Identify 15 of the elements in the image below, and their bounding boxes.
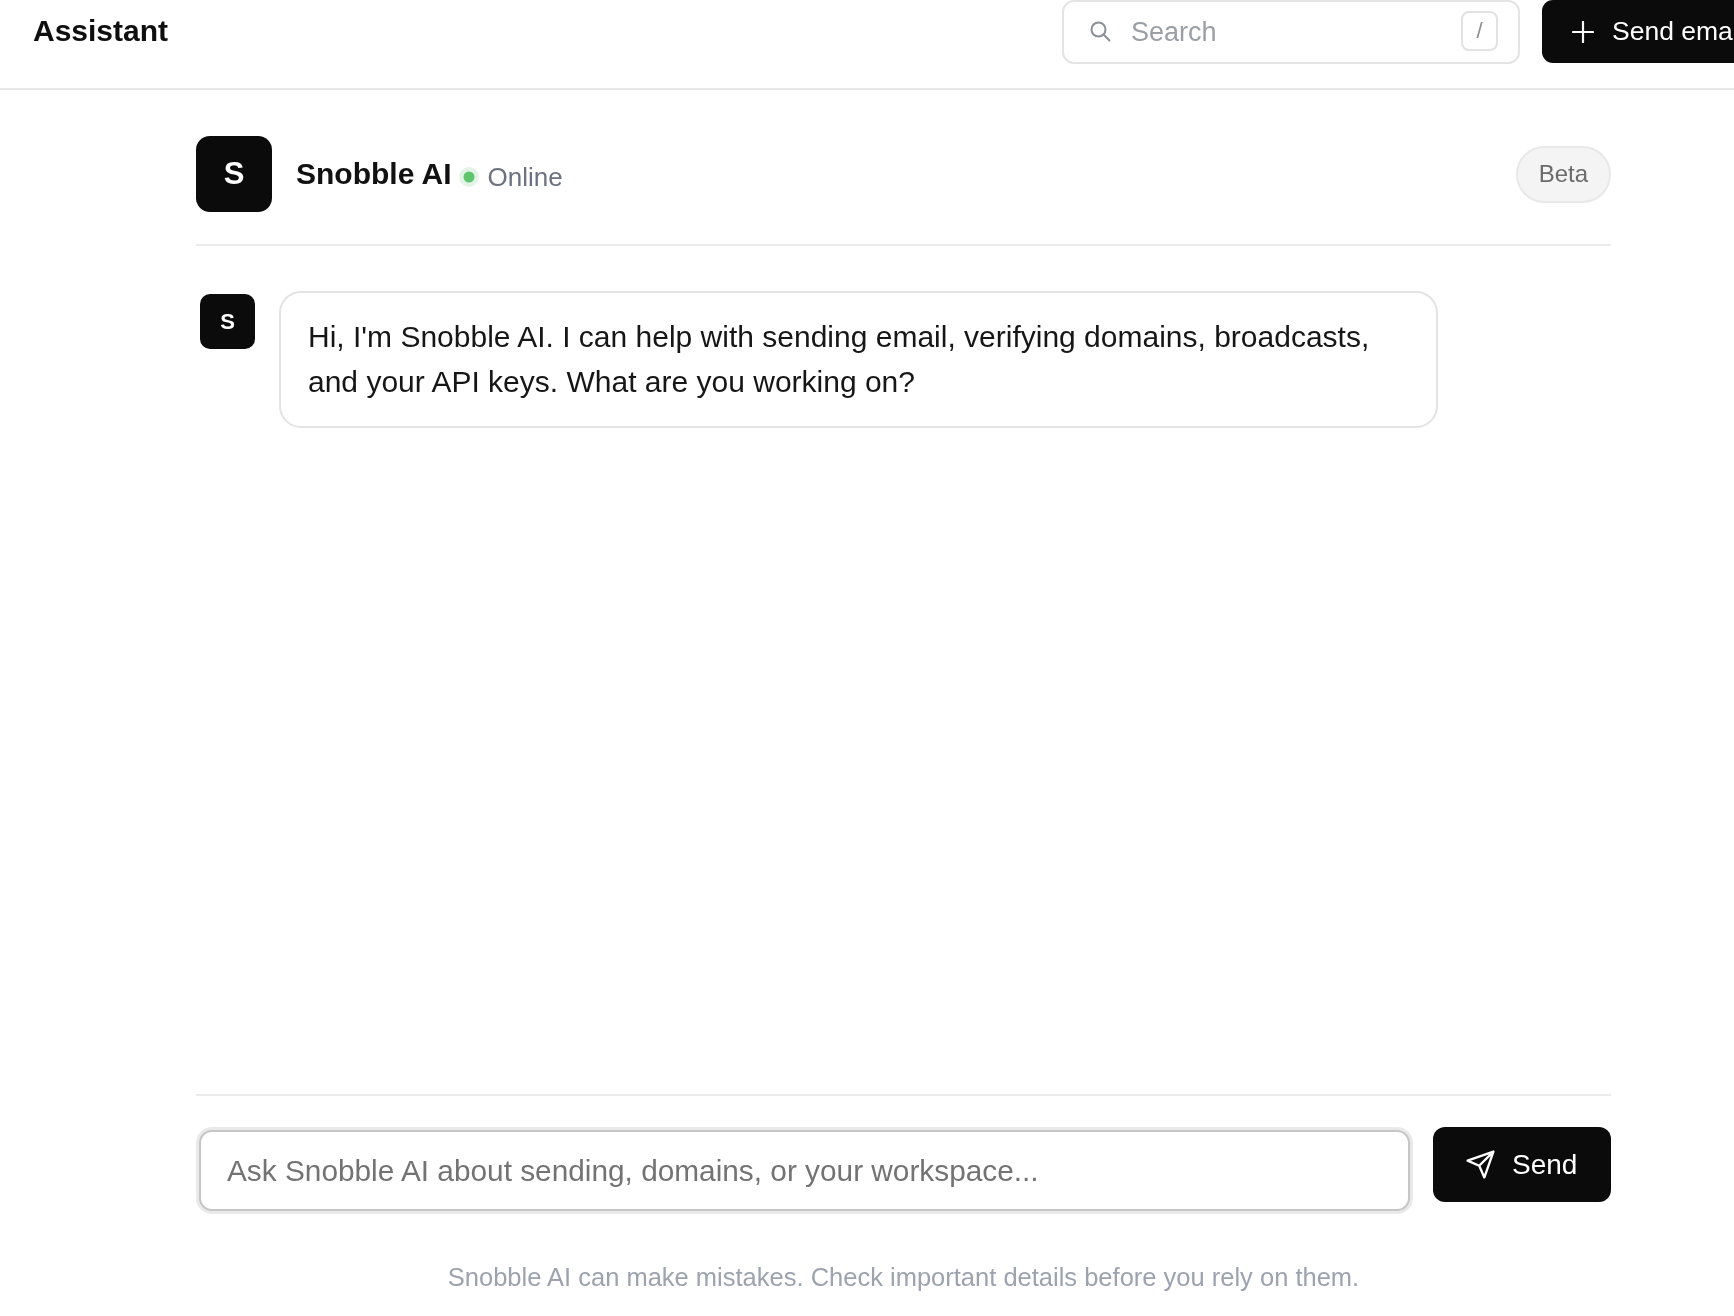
paper-plane-icon	[1465, 1149, 1496, 1180]
message-bubble: Hi, I'm Snobble AI. I can help with sending email, verifying domains, broadcasts, and your API keys. What are you working on?	[279, 291, 1438, 428]
shortcut-key: /	[1461, 11, 1498, 51]
search-icon	[1088, 19, 1112, 43]
message-input-field[interactable]: Ask Snobble AI about sending, domains, or your workspace...	[196, 1127, 1413, 1214]
avatar: S	[200, 294, 255, 349]
send-button[interactable]: Send	[1433, 1127, 1611, 1202]
agent-name: Snobble AI	[296, 157, 452, 191]
disclaimer-text: Snobble AI can make mistakes. Check important details before you rely on them.	[446, 1262, 1361, 1292]
page-title: Assistant	[33, 13, 169, 49]
plus-icon	[1572, 20, 1594, 43]
beta-badge: Beta	[1515, 145, 1611, 203]
avatar: S	[196, 136, 272, 212]
send-email-button[interactable]: Send ema	[1542, 0, 1734, 63]
status-label: Online	[487, 162, 563, 193]
